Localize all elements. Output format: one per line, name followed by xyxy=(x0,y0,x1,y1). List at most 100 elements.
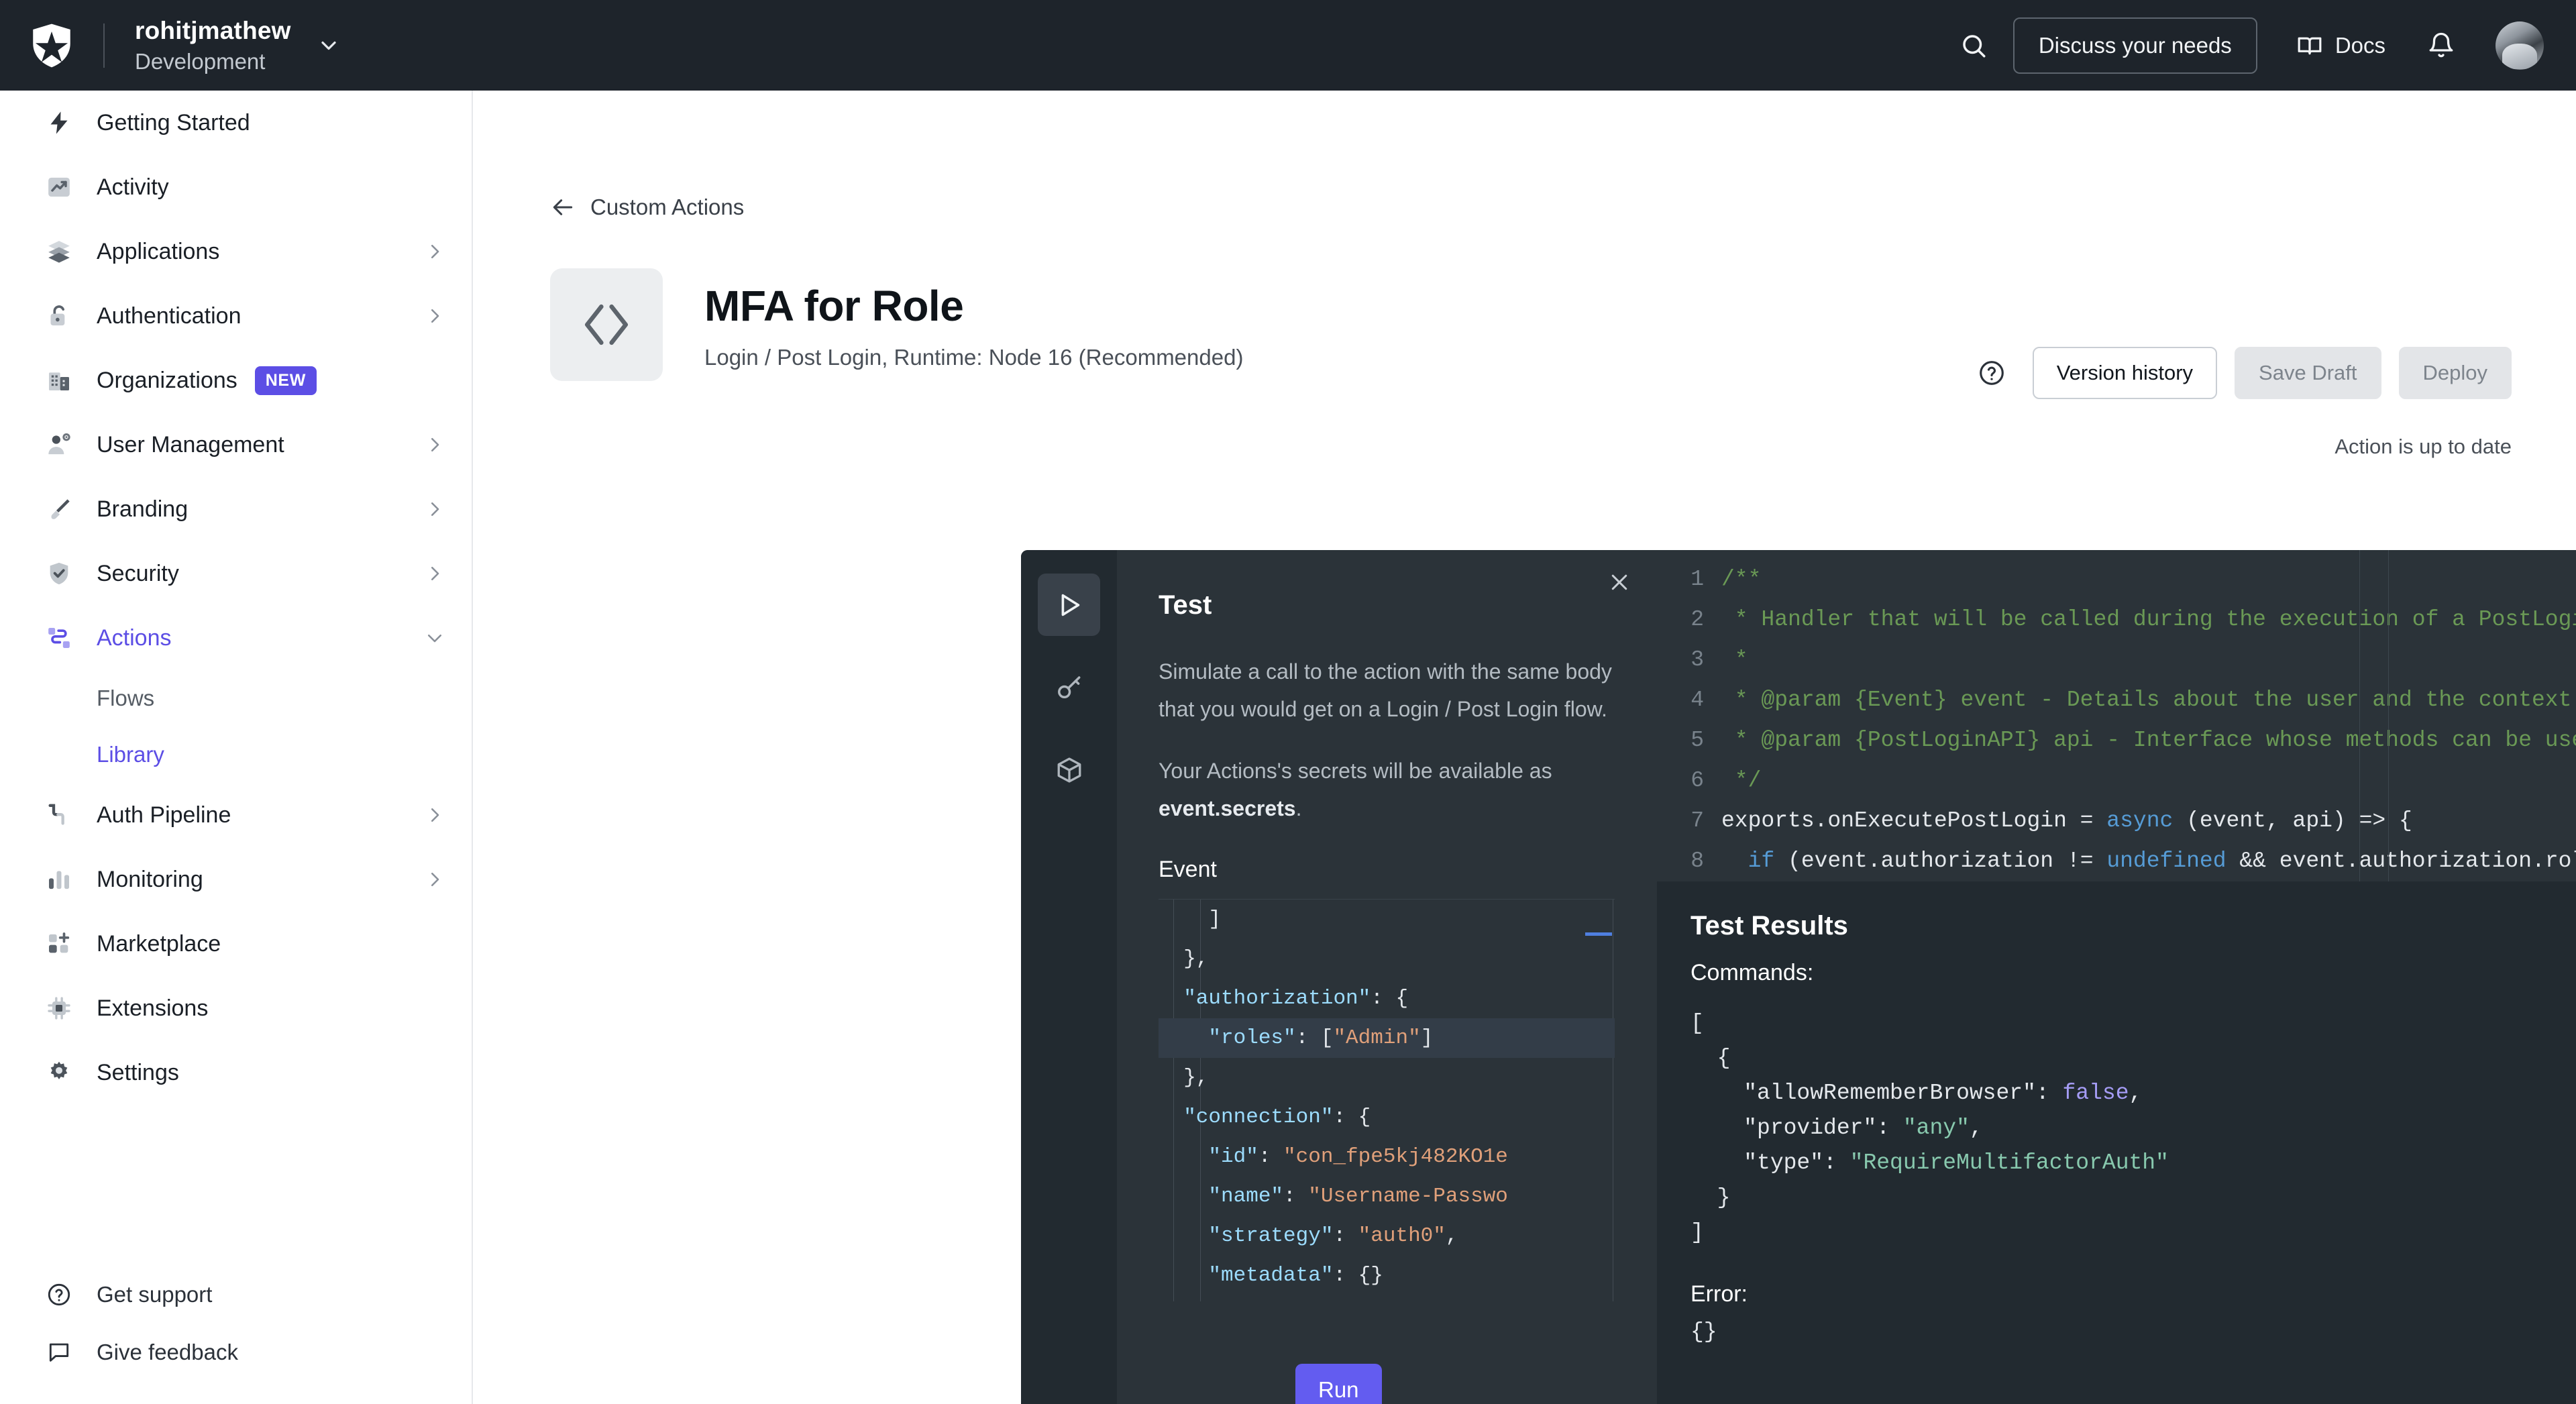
commands-label: Commands: xyxy=(1690,960,1814,985)
breadcrumb[interactable]: Custom Actions xyxy=(550,195,744,220)
json-line: "authorization": { xyxy=(1159,987,1409,1010)
question-circle-icon[interactable] xyxy=(1978,359,2006,387)
event-label: Event xyxy=(1159,857,1217,882)
tenant-name: rohitjmathew xyxy=(135,16,291,44)
sidebar-item-label: Settings xyxy=(97,1059,179,1085)
secrets-note-bold: event.secrets xyxy=(1159,796,1296,820)
code-text: */ xyxy=(1721,768,1762,793)
sidebar-subitem-label: Flows xyxy=(97,686,155,710)
sidebar-item-monitoring[interactable]: Monitoring xyxy=(0,847,472,912)
get-support-link[interactable]: Get support xyxy=(0,1266,472,1324)
code-line: 3 * xyxy=(1657,640,2576,680)
error-label: Error: xyxy=(1690,1281,1748,1307)
building-icon xyxy=(42,367,76,394)
sidebar-item-auth-pipeline[interactable]: Auth Pipeline xyxy=(0,783,472,847)
json-line: }, xyxy=(1159,947,1209,971)
code-line: 6 */ xyxy=(1657,761,2576,801)
user-gear-icon xyxy=(42,431,76,458)
chevron-down-icon xyxy=(317,34,341,58)
code-text: * Handler that will be called during the… xyxy=(1734,607,2576,632)
sidebar-item-getting-started[interactable]: Getting Started xyxy=(0,91,472,155)
deploy-button[interactable]: Deploy xyxy=(2398,347,2512,399)
sidebar-item-organizations[interactable]: Organizations NEW xyxy=(0,348,472,413)
status-badge: NEW xyxy=(254,366,317,395)
key-icon[interactable] xyxy=(1038,656,1100,718)
sidebar-item-extensions[interactable]: Extensions xyxy=(0,976,472,1040)
sidebar-item-label: Authentication xyxy=(97,303,241,329)
chevron-right-icon xyxy=(425,241,445,262)
tenant-switcher[interactable]: rohitjmathew Development xyxy=(135,15,341,76)
pipeline-icon xyxy=(42,802,76,828)
main-content: Custom Actions MFA for Role Login / Post… xyxy=(474,91,2576,1404)
line-number: 6 xyxy=(1690,768,1704,793)
run-button[interactable]: Run xyxy=(1295,1364,1382,1404)
sidebar-item-label: Activity xyxy=(97,174,169,200)
chevron-right-icon xyxy=(425,805,445,825)
commands-output: [ { "allowRememberBrowser": false, "prov… xyxy=(1690,1006,2576,1250)
close-icon[interactable] xyxy=(1607,570,1631,598)
chevron-right-icon xyxy=(425,435,445,455)
play-icon[interactable] xyxy=(1038,574,1100,636)
json-line: "name": "Username-Passwo xyxy=(1159,1185,1508,1208)
header-divider xyxy=(103,23,105,68)
sidebar-item-marketplace[interactable]: Marketplace xyxy=(0,912,472,976)
sidebar-item-authentication[interactable]: Authentication xyxy=(0,284,472,348)
auth0-shield-logo[interactable] xyxy=(25,19,78,72)
sidebar-item-activity[interactable]: Activity xyxy=(0,155,472,219)
sidebar-item-applications[interactable]: Applications xyxy=(0,219,472,284)
sidebar-item-settings[interactable]: Settings xyxy=(0,1040,472,1105)
code-brackets-icon xyxy=(550,268,663,381)
event-json-editor[interactable]: ] }, "authorization": { "roles": ["Admin… xyxy=(1159,899,1615,1301)
result-line: { xyxy=(1690,1046,1731,1071)
actions-icon xyxy=(42,625,76,651)
give-feedback-link[interactable]: Give feedback xyxy=(0,1324,472,1381)
docs-link[interactable]: Docs xyxy=(2296,32,2385,59)
version-history-button[interactable]: Version history xyxy=(2032,347,2218,399)
save-draft-button[interactable]: Save Draft xyxy=(2235,347,2381,399)
chevron-right-icon xyxy=(425,563,445,584)
grid-plus-icon xyxy=(42,930,76,957)
code-text: * @param {Event} event - Details about t… xyxy=(1734,688,2572,712)
gear-icon xyxy=(42,1059,76,1086)
json-line: }, xyxy=(1159,1066,1209,1089)
test-results-title: Test Results xyxy=(1690,911,1848,940)
chart-line-icon xyxy=(42,174,76,201)
page-title: MFA for Role xyxy=(704,282,964,330)
bell-icon[interactable] xyxy=(2427,32,2455,60)
sidebar-item-label: Organizations xyxy=(97,367,237,393)
header-actions: Discuss your needs Docs xyxy=(1943,15,2544,76)
sidebar-item-branding[interactable]: Branding xyxy=(0,477,472,541)
sidebar-subitem-flows[interactable]: Flows xyxy=(0,670,472,726)
breadcrumb-label: Custom Actions xyxy=(590,195,745,219)
chat-bubble-icon xyxy=(42,1340,76,1365)
code-line: 4 * @param {Event} event - Details about… xyxy=(1657,680,2576,720)
code-text: * @param {PostLoginAPI} api - Interface … xyxy=(1734,728,2576,753)
json-line: "roles": ["Admin"] xyxy=(1159,1018,1615,1058)
code-line: 8 if (event.authorization != undefined &… xyxy=(1657,841,2576,881)
search-icon[interactable] xyxy=(1943,15,2004,76)
test-results-panel: Test Results Commands: [ { "allowRemembe… xyxy=(1657,881,2576,1404)
line-number: 8 xyxy=(1690,849,1704,873)
line-number: 4 xyxy=(1690,688,1704,712)
line-number: 1 xyxy=(1690,567,1704,592)
sidebar-item-label: Branding xyxy=(97,496,189,522)
json-line: "strategy": "auth0", xyxy=(1159,1224,1458,1248)
discuss-your-needs-button[interactable]: Discuss your needs xyxy=(2012,17,2257,74)
sidebar-item-label: Auth Pipeline xyxy=(97,802,231,828)
avatar[interactable] xyxy=(2496,21,2544,70)
chip-icon xyxy=(42,995,76,1022)
sidebar-item-actions[interactable]: Actions xyxy=(0,606,472,670)
sidebar-item-user-management[interactable]: User Management xyxy=(0,413,472,477)
line-number: 2 xyxy=(1690,607,1704,632)
editor-side-rail xyxy=(1021,550,1117,1404)
test-panel: Test Simulate a call to the action with … xyxy=(1117,550,1657,1404)
action-status-text: Action is up to date xyxy=(2334,435,2512,458)
result-line: } xyxy=(1690,1185,1731,1210)
test-panel-description: Simulate a call to the action with the s… xyxy=(1159,659,1612,721)
sidebar-item-label: Extensions xyxy=(97,995,209,1021)
sidebar-item-security[interactable]: Security xyxy=(0,541,472,606)
package-icon[interactable] xyxy=(1038,739,1100,801)
arrow-left-icon xyxy=(550,195,576,220)
sidebar-subitem-library[interactable]: Library xyxy=(0,726,472,783)
line-number: 5 xyxy=(1690,728,1704,753)
